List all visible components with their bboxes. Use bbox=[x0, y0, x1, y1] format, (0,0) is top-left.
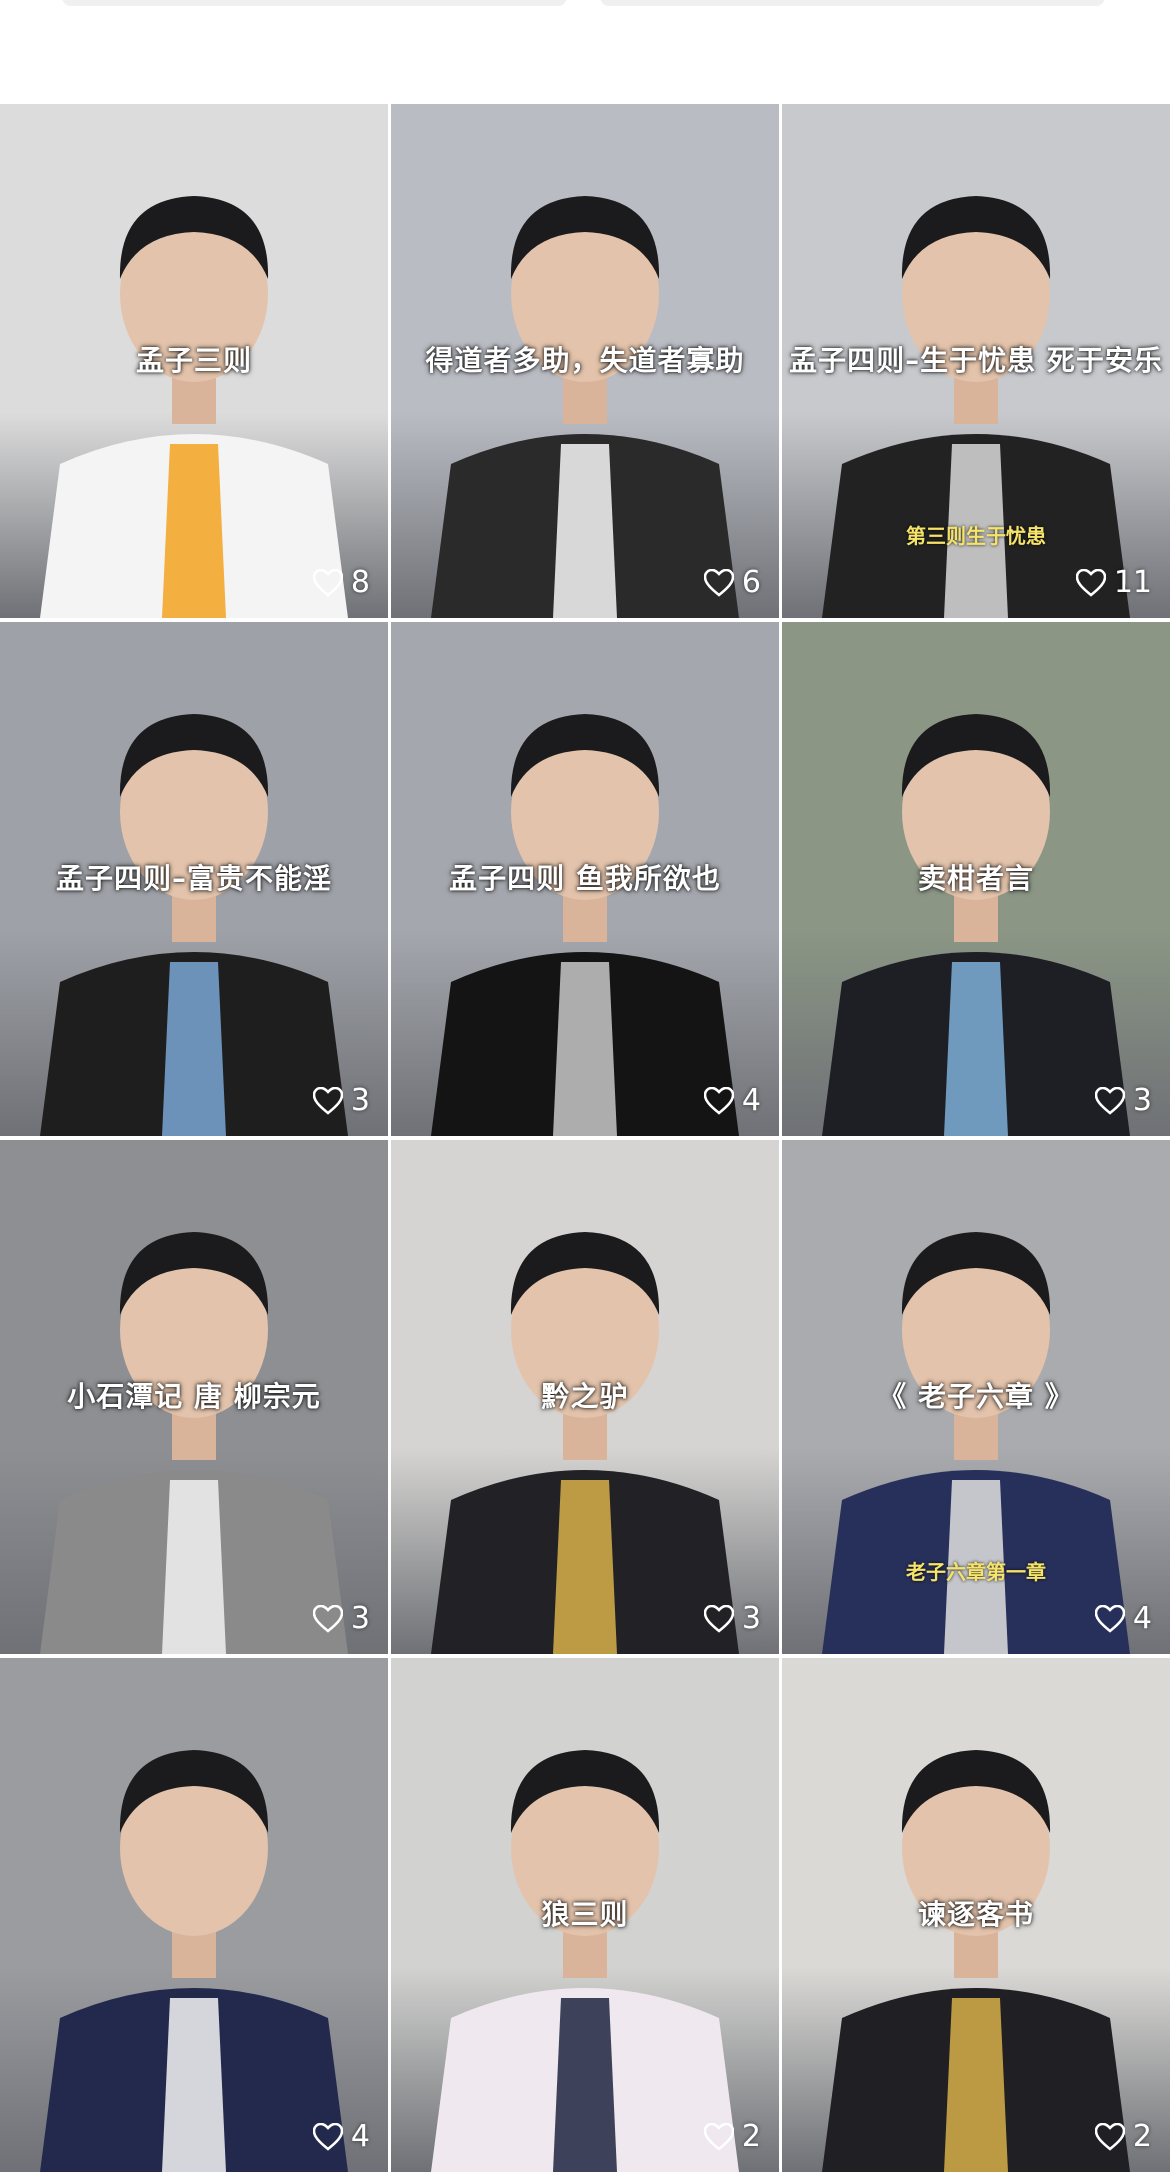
like-count-value: 3 bbox=[350, 1083, 370, 1118]
like-count-value: 4 bbox=[350, 2119, 370, 2154]
like-count: 2 bbox=[703, 2119, 761, 2154]
video-tile[interactable]: 谏逐客书 2 bbox=[782, 1658, 1170, 2172]
heart-icon bbox=[312, 568, 343, 597]
video-title: 孟子四则–生于忧患 死于安乐 bbox=[789, 344, 1163, 377]
like-count-value: 3 bbox=[741, 1601, 761, 1636]
heart-icon bbox=[703, 1604, 734, 1633]
like-count-value: 2 bbox=[1132, 2119, 1152, 2154]
heart-icon bbox=[312, 1604, 343, 1633]
video-tile[interactable]: 小石潭记 唐 柳宗元 3 bbox=[0, 1140, 388, 1654]
video-title: 孟子四则–富贵不能淫 bbox=[55, 862, 332, 895]
video-title: 卖柑者言 bbox=[917, 862, 1034, 895]
top-tab-right[interactable] bbox=[600, 0, 1105, 6]
like-count: 8 bbox=[312, 565, 370, 600]
like-count-value: 11 bbox=[1113, 565, 1152, 600]
heart-icon bbox=[1094, 1604, 1125, 1633]
like-count: 2 bbox=[1094, 2119, 1152, 2154]
heart-icon bbox=[1094, 2122, 1125, 2151]
video-title: 得道者多助，失道者寡助 bbox=[425, 344, 745, 377]
video-title: 狼三则 bbox=[541, 1898, 629, 1931]
like-count: 3 bbox=[312, 1083, 370, 1118]
heart-icon bbox=[703, 2122, 734, 2151]
video-tile[interactable]: 孟子四则–富贵不能淫 3 bbox=[0, 622, 388, 1136]
heart-icon bbox=[1075, 568, 1106, 597]
person-figure-icon bbox=[40, 1750, 348, 2172]
top-tab-bar bbox=[0, 0, 1170, 6]
like-count: 3 bbox=[1094, 1083, 1152, 1118]
video-title: 孟子四则 鱼我所欲也 bbox=[449, 862, 721, 895]
like-count-value: 3 bbox=[1132, 1083, 1152, 1118]
like-count: 4 bbox=[1094, 1601, 1152, 1636]
video-tile[interactable]: 孟子三则 8 bbox=[0, 104, 388, 618]
like-count: 11 bbox=[1075, 565, 1152, 600]
video-tile[interactable]: 卖柑者言 3 bbox=[782, 622, 1170, 1136]
like-count-value: 4 bbox=[1132, 1601, 1152, 1636]
like-count: 3 bbox=[703, 1601, 761, 1636]
video-tile[interactable]: 黔之驴 3 bbox=[391, 1140, 779, 1654]
video-tile[interactable]: 孟子四则 鱼我所欲也 4 bbox=[391, 622, 779, 1136]
heart-icon bbox=[312, 2122, 343, 2151]
video-subtitle: 老子六章第一章 bbox=[906, 1560, 1046, 1584]
like-count: 3 bbox=[312, 1601, 370, 1636]
heart-icon bbox=[703, 568, 734, 597]
heart-icon bbox=[1094, 1086, 1125, 1115]
video-tile[interactable]: 孟子四则–生于忧患 死于安乐第三则生于忧患 11 bbox=[782, 104, 1170, 618]
video-tile[interactable]: 《 老子六章 》老子六章第一章 4 bbox=[782, 1140, 1170, 1654]
top-tab-left[interactable] bbox=[62, 0, 567, 6]
like-count-value: 3 bbox=[350, 1601, 370, 1636]
video-title: 小石潭记 唐 柳宗元 bbox=[67, 1380, 321, 1413]
like-count: 4 bbox=[703, 1083, 761, 1118]
like-count-value: 8 bbox=[350, 565, 370, 600]
like-count-value: 6 bbox=[741, 565, 761, 600]
video-subtitle: 第三则生于忧患 bbox=[906, 524, 1046, 548]
video-title: 黔之驴 bbox=[541, 1380, 629, 1413]
video-tile[interactable]: 得道者多助，失道者寡助 6 bbox=[391, 104, 779, 618]
video-grid: 孟子三则 8 得道者多助，失道者寡助 6 孟子四则–生于忧患 死于安乐第三则生于忧患 11… bbox=[0, 104, 1170, 2172]
video-tile[interactable]: 狼三则 2 bbox=[391, 1658, 779, 2172]
profile-video-page: 孟子三则 8 得道者多助，失道者寡助 6 孟子四则–生于忧患 死于安乐第三则生于忧患 11… bbox=[0, 0, 1170, 2174]
heart-icon bbox=[703, 1086, 734, 1115]
video-title: 孟子三则 bbox=[135, 344, 252, 377]
like-count: 6 bbox=[703, 565, 761, 600]
video-title: 《 老子六章 》 bbox=[878, 1380, 1074, 1413]
video-tile[interactable]: 4 bbox=[0, 1658, 388, 2172]
video-title: 谏逐客书 bbox=[917, 1898, 1034, 1931]
like-count-value: 2 bbox=[741, 2119, 761, 2154]
heart-icon bbox=[312, 1086, 343, 1115]
like-count: 4 bbox=[312, 2119, 370, 2154]
like-count-value: 4 bbox=[741, 1083, 761, 1118]
